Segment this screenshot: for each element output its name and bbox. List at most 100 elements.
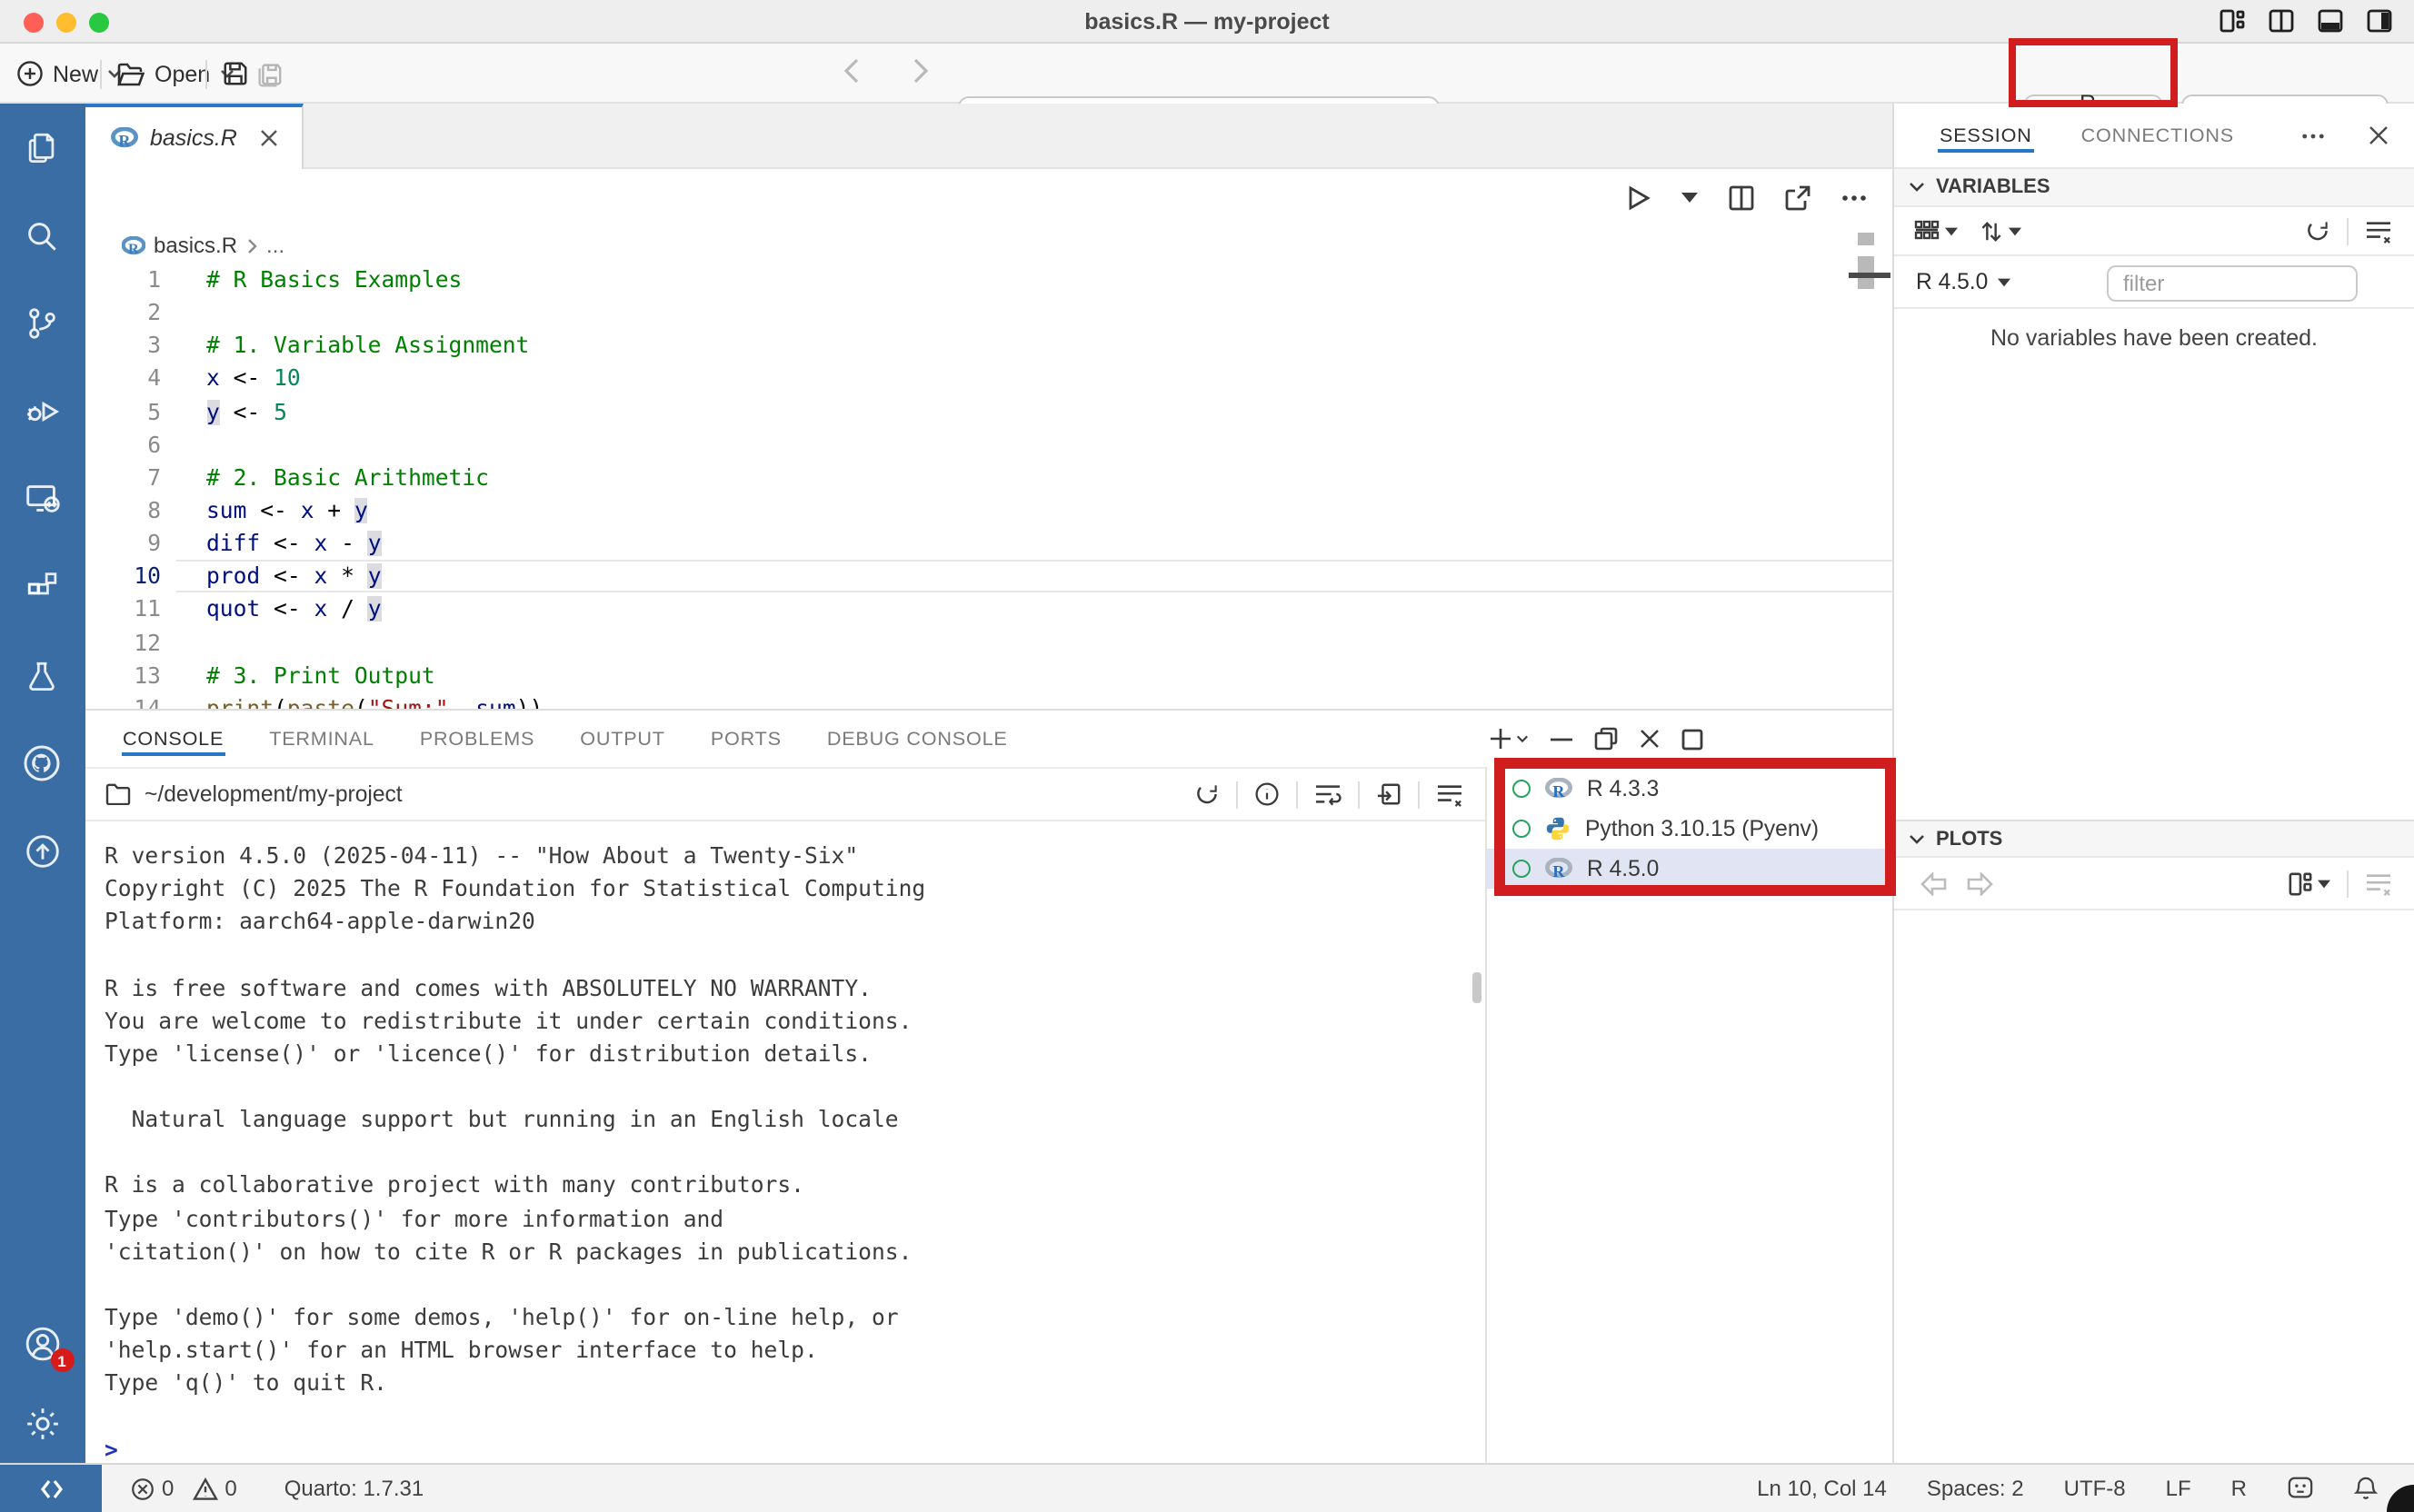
session-item[interactable]: Python 3.10.15 (Pyenv) [1486, 809, 1892, 849]
restore-panel-icon[interactable] [1594, 727, 1618, 751]
maximize-panel-icon[interactable] [1681, 728, 1703, 750]
clear-console-icon[interactable] [1435, 782, 1462, 806]
problems-status[interactable]: 0 0 [131, 1476, 237, 1501]
run-file-button[interactable] [1627, 185, 1651, 211]
clear-plots-icon[interactable] [2365, 872, 2392, 896]
panel-tab-output[interactable]: OUTPUT [578, 713, 667, 764]
language-mode[interactable]: R [2231, 1476, 2247, 1501]
open-button[interactable]: Open [116, 44, 234, 104]
code-line[interactable]: 9diff <- x - y [85, 527, 1892, 560]
cursor-position[interactable]: Ln 10, Col 14 [1757, 1476, 1887, 1501]
feedback-icon[interactable] [2287, 1476, 2314, 1501]
plot-layout-button[interactable] [2289, 872, 2330, 896]
group-variables-button[interactable] [1914, 220, 1958, 242]
customize-layout-icon[interactable] [2219, 9, 2245, 33]
info-icon[interactable] [1253, 781, 1279, 807]
sidebar-item-run-debug[interactable] [0, 367, 85, 455]
code-line[interactable]: 6 [85, 428, 1892, 461]
open-in-editor-icon[interactable] [1375, 781, 1401, 807]
breadcrumb-file[interactable]: basics.R [154, 233, 237, 258]
svg-text:R: R [1552, 862, 1565, 880]
toggle-secondary-sidebar-icon[interactable] [2367, 9, 2392, 33]
open-in-new-window-icon[interactable] [1785, 185, 1810, 211]
close-panel-icon[interactable] [1640, 729, 1660, 749]
sidebar-item-extensions[interactable] [0, 543, 85, 632]
top-action-bar: New Open Search R R 4.5.0 my-pro [0, 44, 2414, 104]
minimize-panel-icon[interactable] [1551, 737, 1572, 741]
panel-tab-console[interactable]: CONSOLE [121, 713, 225, 764]
encoding-setting[interactable]: UTF-8 [2064, 1476, 2126, 1501]
panel-tab-debug-console[interactable]: DEBUG CONSOLE [825, 713, 1010, 764]
code-line[interactable]: 1# R Basics Examples [85, 264, 1892, 296]
code-line[interactable]: 11quot <- x / y [85, 593, 1892, 626]
breadcrumb-more[interactable]: ... [266, 233, 284, 258]
code-line[interactable]: 10prod <- x * y [85, 561, 1892, 593]
panel-tab-problems[interactable]: PROBLEMS [418, 713, 536, 764]
panel-tab-terminal[interactable]: TERMINAL [267, 713, 376, 764]
console-output[interactable]: R version 4.5.0 (2025-04-11) -- "How Abo… [85, 823, 1473, 1463]
sidebar-item-testing[interactable] [0, 632, 85, 720]
more-actions-icon[interactable] [1841, 194, 1867, 202]
new-button-label: New [53, 61, 98, 86]
restart-console-icon[interactable] [1193, 781, 1219, 807]
console-prompt[interactable]: > [105, 1433, 1473, 1463]
settings-button[interactable] [0, 1383, 85, 1463]
files-icon [23, 127, 63, 167]
session-item[interactable]: RR 4.5.0 [1486, 849, 1892, 889]
working-directory[interactable]: ~/development/my-project [105, 781, 403, 807]
more-actions-icon[interactable] [2301, 132, 2325, 139]
code-editor[interactable]: 1# R Basics Examples23# 1. Variable Assi… [85, 264, 1892, 709]
tab-basics-r[interactable]: R basics.R [85, 104, 303, 169]
code-line[interactable]: 5y <- 5 [85, 395, 1892, 428]
console-scrollbar[interactable] [1472, 972, 1481, 1003]
sidebar-item-explorer[interactable] [0, 104, 85, 192]
variables-filter-input[interactable] [2107, 264, 2358, 301]
split-editor-layout-icon[interactable] [2269, 9, 2294, 33]
close-sidebar-icon[interactable] [2369, 125, 2389, 145]
clear-variables-icon[interactable] [2365, 219, 2392, 243]
new-button[interactable]: New [16, 44, 122, 104]
word-wrap-icon[interactable] [1313, 781, 1341, 807]
close-icon[interactable] [261, 129, 279, 147]
next-plot-icon[interactable] [1967, 872, 1994, 896]
sidebar-item-github[interactable] [0, 719, 85, 807]
account-button[interactable]: 1 [0, 1303, 85, 1383]
sidebar-item-source-control[interactable] [0, 280, 85, 368]
save-button[interactable] [222, 44, 249, 104]
sidebar-item-remote-explorer[interactable] [0, 455, 85, 543]
code-line[interactable]: 4x <- 10 [85, 363, 1892, 395]
navigate-forward-icon[interactable] [913, 58, 929, 84]
toggle-panel-icon[interactable] [2318, 9, 2343, 33]
save-all-button[interactable] [254, 44, 284, 104]
panel-tab-ports[interactable]: PORTS [709, 713, 783, 764]
breadcrumb[interactable]: R basics.R ... [121, 227, 284, 264]
eol-setting[interactable]: LF [2166, 1476, 2191, 1501]
previous-plot-icon[interactable] [1920, 872, 1947, 896]
plots-section-header[interactable]: PLOTS [1894, 820, 2414, 858]
indentation-setting[interactable]: Spaces: 2 [1927, 1476, 2024, 1501]
code-line[interactable]: 8sum <- x + y [85, 494, 1892, 527]
run-options-chevron-icon[interactable] [1681, 193, 1698, 204]
sidebar-item-search[interactable] [0, 192, 85, 280]
code-line[interactable]: 2 [85, 296, 1892, 329]
variables-section-header[interactable]: VARIABLES [1894, 169, 2414, 207]
code-line[interactable]: 3# 1. Variable Assignment [85, 330, 1892, 363]
sidebar-tab-session[interactable]: SESSION [1938, 106, 2034, 164]
refresh-variables-icon[interactable] [2305, 218, 2330, 244]
quarto-version[interactable]: Quarto: 1.7.31 [284, 1476, 424, 1501]
code-line[interactable]: 13# 3. Print Output [85, 659, 1892, 691]
new-session-button[interactable] [1489, 727, 1529, 751]
split-editor-icon[interactable] [1729, 185, 1754, 211]
runtime-selector-button[interactable]: R 4.5.0 [1916, 269, 2010, 294]
save-all-icon [254, 59, 284, 88]
notifications-bell-icon[interactable] [2354, 1476, 2378, 1501]
remote-indicator[interactable] [0, 1465, 102, 1512]
code-line[interactable]: 7# 2. Basic Arithmetic [85, 462, 1892, 494]
code-line[interactable]: 14print(paste("Sum:", sum)) [85, 692, 1892, 709]
sidebar-item-publish[interactable] [0, 807, 85, 895]
sidebar-tab-connections[interactable]: CONNECTIONS [2080, 106, 2236, 164]
navigate-back-icon[interactable] [843, 58, 860, 84]
sort-variables-button[interactable] [1980, 219, 2021, 243]
code-line[interactable]: 12 [85, 626, 1892, 659]
session-item[interactable]: RR 4.3.3 [1486, 769, 1892, 809]
